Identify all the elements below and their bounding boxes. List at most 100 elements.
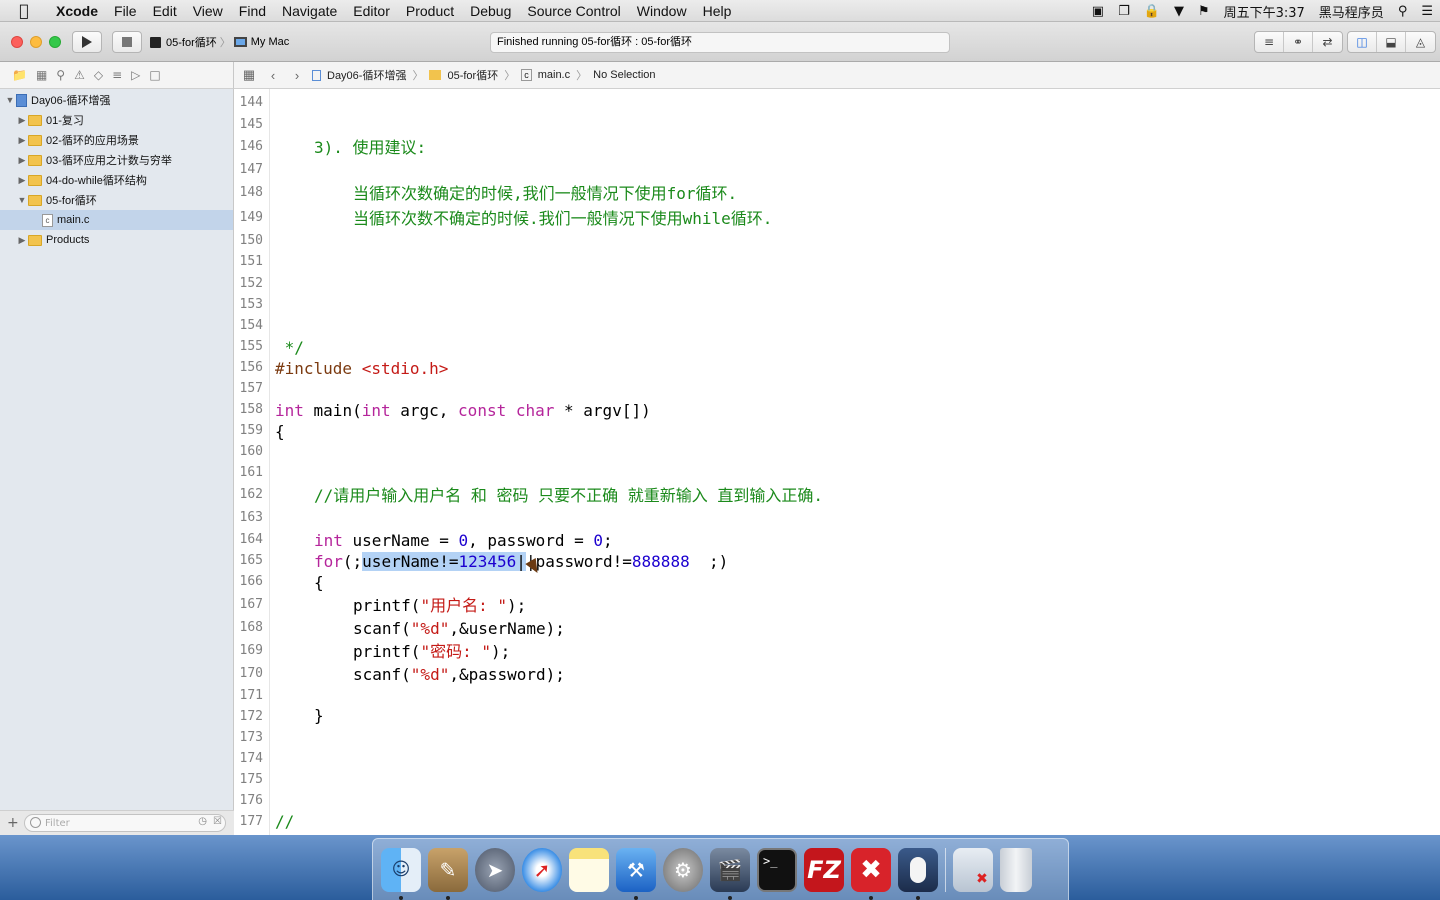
jumpbar-group[interactable]: 05-for循环 (447, 67, 498, 83)
tree-file-row-selected[interactable]: c main.c (0, 210, 233, 230)
code-keyword: const (458, 401, 507, 420)
menu-source-control[interactable]: Source Control (519, 3, 628, 19)
debug-navigator-icon[interactable]: ≡ (112, 68, 122, 82)
screen-record-icon[interactable]: ▣ (1085, 4, 1111, 19)
scheme-separator-chevron-icon: 〉 (219, 37, 231, 49)
standard-editor-icon[interactable]: ≡ (1255, 32, 1284, 52)
menu-edit[interactable]: Edit (145, 3, 185, 19)
preview-icon[interactable]: ✎ (428, 847, 468, 900)
disclosure-closed-icon[interactable]: ▶ (16, 155, 28, 166)
menu-app-name[interactable]: Xcode (48, 3, 106, 19)
tree-group-label: 04-do-while循环结构 (46, 175, 147, 187)
source-editor[interactable]: 144 145 146 147 148 149 150 151 152 153 … (234, 89, 1440, 835)
toggle-utilities-icon[interactable]: ◬ (1406, 32, 1435, 52)
code-token: ,&password); (449, 665, 565, 684)
line-number: 174 (239, 751, 263, 766)
clock[interactable]: 周五下午3:37 (1217, 2, 1312, 21)
toggle-debug-area-icon[interactable]: ⬓ (1377, 32, 1406, 52)
menu-file[interactable]: File (106, 3, 145, 19)
assistant-editor-icon[interactable]: ⚭ (1284, 32, 1313, 52)
toggle-navigator-icon[interactable]: ◫ (1348, 32, 1377, 52)
code-line-170: scanf("%d",&password); (275, 664, 565, 686)
issue-navigator-icon[interactable]: ⚠ (74, 68, 85, 82)
related-items-icon[interactable]: ▦ (240, 67, 258, 83)
breakpoint-navigator-icon[interactable]: ▷ (131, 68, 140, 82)
terminal-icon[interactable]: >_ (757, 847, 797, 892)
symbol-navigator-icon[interactable]: ▦ (36, 68, 47, 82)
menu-debug[interactable]: Debug (462, 3, 519, 19)
find-navigator-icon[interactable]: ⚲ (56, 68, 65, 82)
code-token: main( (303, 401, 362, 420)
disclosure-open-icon[interactable]: ▼ (4, 95, 16, 105)
menu-find[interactable]: Find (231, 3, 274, 19)
filezilla-icon[interactable]: FZ (804, 847, 844, 892)
tree-group-row[interactable]: ▼ 05-for循环 (0, 190, 233, 210)
run-button[interactable] (72, 31, 102, 53)
flag-input-icon[interactable]: ⚑ (1191, 4, 1217, 19)
jumpbar-project[interactable]: Day06-循环增强 (327, 67, 406, 83)
test-navigator-icon[interactable]: ◇ (94, 68, 103, 82)
zoom-window-button[interactable] (49, 36, 61, 48)
window-toolbar: 05-for循环 〉 My Mac Finished running 05-fo… (0, 22, 1440, 62)
mouse-icon[interactable] (898, 847, 938, 900)
disclosure-closed-icon[interactable]: ▶ (16, 135, 28, 146)
spotlight-search-icon[interactable]: ⚲ (1391, 4, 1415, 19)
line-number: 176 (239, 793, 263, 808)
version-editor-icon[interactable]: ⇄ (1313, 32, 1342, 52)
tree-products-row[interactable]: ▶ Products (0, 230, 233, 250)
code-token: <stdio.h> (361, 359, 449, 378)
disclosure-open-icon[interactable]: ▼ (16, 195, 28, 205)
scm-filter-icon[interactable]: ☒ (213, 816, 222, 827)
destination-name[interactable]: My Mac (251, 36, 290, 48)
safari-icon[interactable]: ➚ (522, 847, 562, 892)
menu-product[interactable]: Product (398, 3, 462, 19)
launchpad-icon[interactable]: ➤ (475, 847, 515, 892)
user-name[interactable]: 黑马程序员 (1312, 2, 1391, 21)
xmind-icon[interactable]: ✖ (851, 847, 891, 900)
disclosure-closed-icon[interactable]: ▶ (16, 175, 28, 186)
jumpbar-symbol[interactable]: No Selection (593, 69, 655, 81)
back-arrow-icon[interactable]: ‹ (264, 68, 282, 83)
disclosure-closed-icon[interactable]: ▶ (16, 235, 28, 246)
scheme-selector[interactable]: 05-for循环 〉 My Mac (150, 31, 289, 53)
code-token: ; (603, 531, 613, 550)
menu-help[interactable]: Help (695, 3, 740, 19)
disclosure-closed-icon[interactable]: ▶ (16, 115, 28, 126)
menu-window[interactable]: Window (629, 3, 695, 19)
trash-icon[interactable] (1000, 847, 1032, 892)
notes-icon[interactable] (569, 847, 609, 892)
lock-icon[interactable]: 🔒 (1137, 4, 1167, 19)
tree-project-label: Day06-循环增强 (31, 95, 111, 107)
tree-group-row[interactable]: ▶ 01-复习 (0, 110, 233, 130)
menu-navigate[interactable]: Navigate (274, 3, 345, 19)
menu-view[interactable]: View (185, 3, 231, 19)
recent-files-icon[interactable]: ◷ (198, 816, 207, 827)
xcode-icon[interactable]: ⚒ (616, 847, 656, 900)
tree-group-row[interactable]: ▶ 02-循环的应用场景 (0, 130, 233, 150)
filter-input[interactable]: Filter ◷ ☒ (24, 814, 226, 832)
line-number: 162 (239, 487, 263, 502)
menu-editor[interactable]: Editor (345, 3, 398, 19)
line-number: 158 (239, 402, 263, 417)
tree-project-row[interactable]: ▼ Day06-循环增强 (0, 90, 233, 110)
project-navigator-icon[interactable]: 📁 (12, 68, 27, 82)
jumpbar-file[interactable]: main.c (538, 69, 570, 81)
wifi-icon[interactable]: ▼ (1167, 4, 1191, 19)
apple-menu-icon[interactable]:  (0, 1, 48, 20)
tree-group-row[interactable]: ▶ 03-循环应用之计数与穷举 (0, 150, 233, 170)
movie-icon[interactable]: 🎬 (710, 847, 750, 900)
system-preferences-icon[interactable]: ⚙ (663, 847, 703, 892)
close-window-button[interactable] (11, 36, 23, 48)
code-token: scanf( (353, 619, 411, 638)
minimize-window-button[interactable] (30, 36, 42, 48)
stacks-folder-icon[interactable]: ✖ (953, 847, 993, 892)
notification-center-icon[interactable]: ☰ (1414, 4, 1440, 19)
tree-group-row[interactable]: ▶ 04-do-while循环结构 (0, 170, 233, 190)
display-mirror-icon[interactable]: ❐ (1111, 4, 1137, 19)
add-file-icon[interactable]: + (7, 815, 19, 831)
forward-arrow-icon[interactable]: › (288, 68, 306, 83)
report-navigator-icon[interactable]: □ (149, 68, 160, 82)
scheme-name[interactable]: 05-for循环 (166, 34, 217, 50)
finder-icon[interactable]: ☺ (381, 847, 421, 900)
stop-button[interactable] (112, 31, 142, 53)
